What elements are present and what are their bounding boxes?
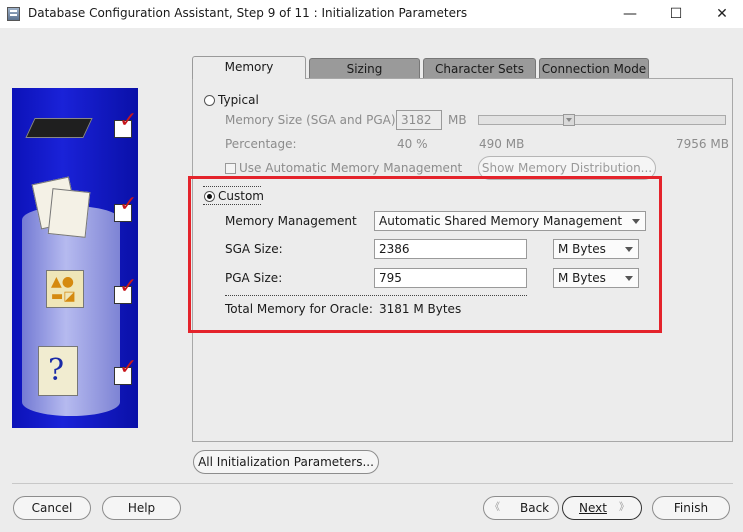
memory-size-unit: MB: [448, 113, 467, 127]
back-button[interactable]: 《 Back: [483, 496, 559, 520]
typical-label: Typical: [218, 93, 259, 107]
database-app-icon: [7, 7, 20, 21]
cancel-button[interactable]: Cancel: [13, 496, 91, 520]
documents-icon: [47, 188, 91, 238]
slider-max-label: 7956 MB: [676, 137, 729, 151]
memory-size-label: Memory Size (SGA and PGA):: [225, 113, 400, 127]
amm-label: Use Automatic Memory Management: [239, 161, 463, 175]
memory-slider[interactable]: [478, 114, 726, 126]
tab-sizing[interactable]: Sizing: [309, 58, 420, 78]
typical-radio[interactable]: [204, 95, 215, 106]
maximize-button[interactable]: ☐: [653, 0, 699, 28]
all-initialization-parameters-button[interactable]: All Initialization Parameters...: [193, 450, 379, 474]
checkmark-icon: ✓: [119, 192, 138, 217]
title-bar: Database Configuration Assistant, Step 9…: [0, 0, 743, 28]
tab-character-sets[interactable]: Character Sets: [423, 58, 536, 78]
checkmark-icon: ✓: [119, 274, 138, 299]
footer-separator: [12, 483, 733, 484]
checkmark-icon: ✓: [119, 108, 138, 133]
help-button[interactable]: Help: [102, 496, 181, 520]
minimize-button[interactable]: —: [607, 0, 653, 28]
memory-size-field[interactable]: 3182: [396, 110, 442, 130]
slider-min-label: 490 MB: [479, 137, 525, 151]
checkmark-icon: ✓: [119, 355, 138, 380]
highlight-box: [188, 176, 662, 333]
amm-checkbox[interactable]: [225, 163, 236, 174]
next-button-label: Next: [579, 501, 607, 515]
next-button[interactable]: Next 》: [562, 496, 642, 520]
slider-thumb[interactable]: [563, 114, 575, 126]
question-folder-icon: ?: [38, 346, 78, 396]
memory-chip-icon: [25, 118, 93, 138]
next-arrow-icon: 》: [619, 502, 629, 513]
percentage-label: Percentage:: [225, 137, 297, 151]
back-button-label: Back: [520, 501, 550, 515]
wizard-illustration: ▲● ▬◪ ? ✓ ✓ ✓ ✓: [12, 88, 138, 428]
shapes-icon: ▲● ▬◪: [46, 270, 84, 308]
close-button[interactable]: ✕: [699, 0, 743, 28]
tab-memory[interactable]: Memory: [192, 56, 306, 79]
finish-button[interactable]: Finish: [652, 496, 730, 520]
percentage-value: 40 %: [397, 137, 428, 151]
back-arrow-icon: 《: [490, 502, 500, 513]
tab-connection-mode[interactable]: Connection Mode: [539, 58, 649, 78]
window-title: Database Configuration Assistant, Step 9…: [28, 6, 468, 20]
